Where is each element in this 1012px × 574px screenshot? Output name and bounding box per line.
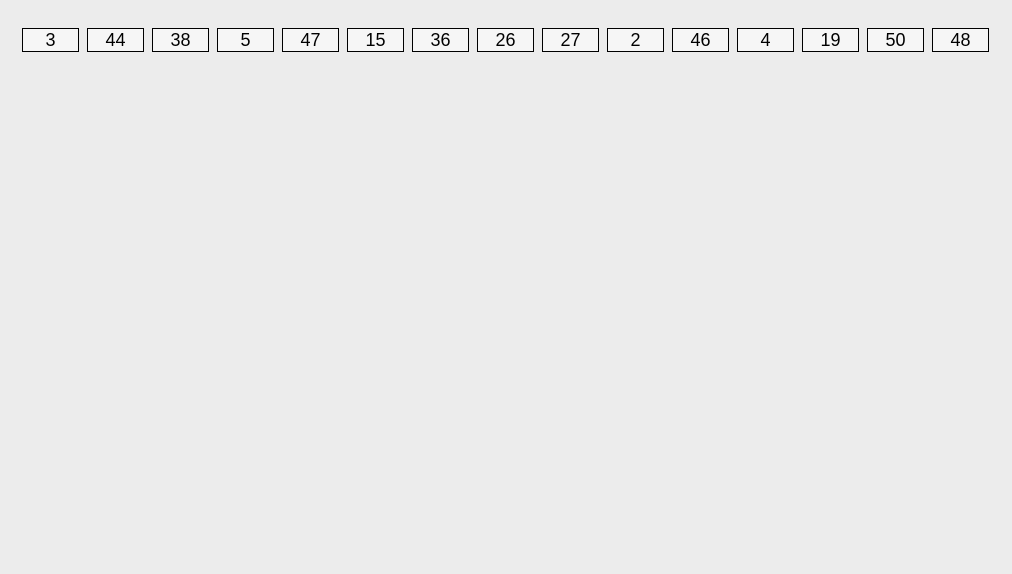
number-cell[interactable]: 3 <box>22 28 79 52</box>
number-value: 38 <box>170 31 190 49</box>
number-cell[interactable]: 19 <box>802 28 859 52</box>
number-value: 46 <box>690 31 710 49</box>
number-value: 2 <box>630 31 640 49</box>
number-value: 15 <box>365 31 385 49</box>
number-value: 48 <box>950 31 970 49</box>
number-cell[interactable]: 27 <box>542 28 599 52</box>
number-cell[interactable]: 48 <box>932 28 989 52</box>
number-cell[interactable]: 47 <box>282 28 339 52</box>
number-cell[interactable]: 2 <box>607 28 664 52</box>
number-cell[interactable]: 46 <box>672 28 729 52</box>
number-value: 47 <box>300 31 320 49</box>
number-value: 36 <box>430 31 450 49</box>
number-value: 19 <box>820 31 840 49</box>
number-cell[interactable]: 26 <box>477 28 534 52</box>
number-value: 44 <box>105 31 125 49</box>
number-cell[interactable]: 38 <box>152 28 209 52</box>
number-row: 3 44 38 5 47 15 36 26 27 2 46 4 19 50 48 <box>0 0 1012 52</box>
number-cell[interactable]: 50 <box>867 28 924 52</box>
number-value: 50 <box>885 31 905 49</box>
number-cell[interactable]: 5 <box>217 28 274 52</box>
number-value: 5 <box>240 31 250 49</box>
number-cell[interactable]: 15 <box>347 28 404 52</box>
number-value: 26 <box>495 31 515 49</box>
number-value: 4 <box>760 31 770 49</box>
number-value: 27 <box>560 31 580 49</box>
number-cell[interactable]: 36 <box>412 28 469 52</box>
number-value: 3 <box>45 31 55 49</box>
number-cell[interactable]: 4 <box>737 28 794 52</box>
number-cell[interactable]: 44 <box>87 28 144 52</box>
